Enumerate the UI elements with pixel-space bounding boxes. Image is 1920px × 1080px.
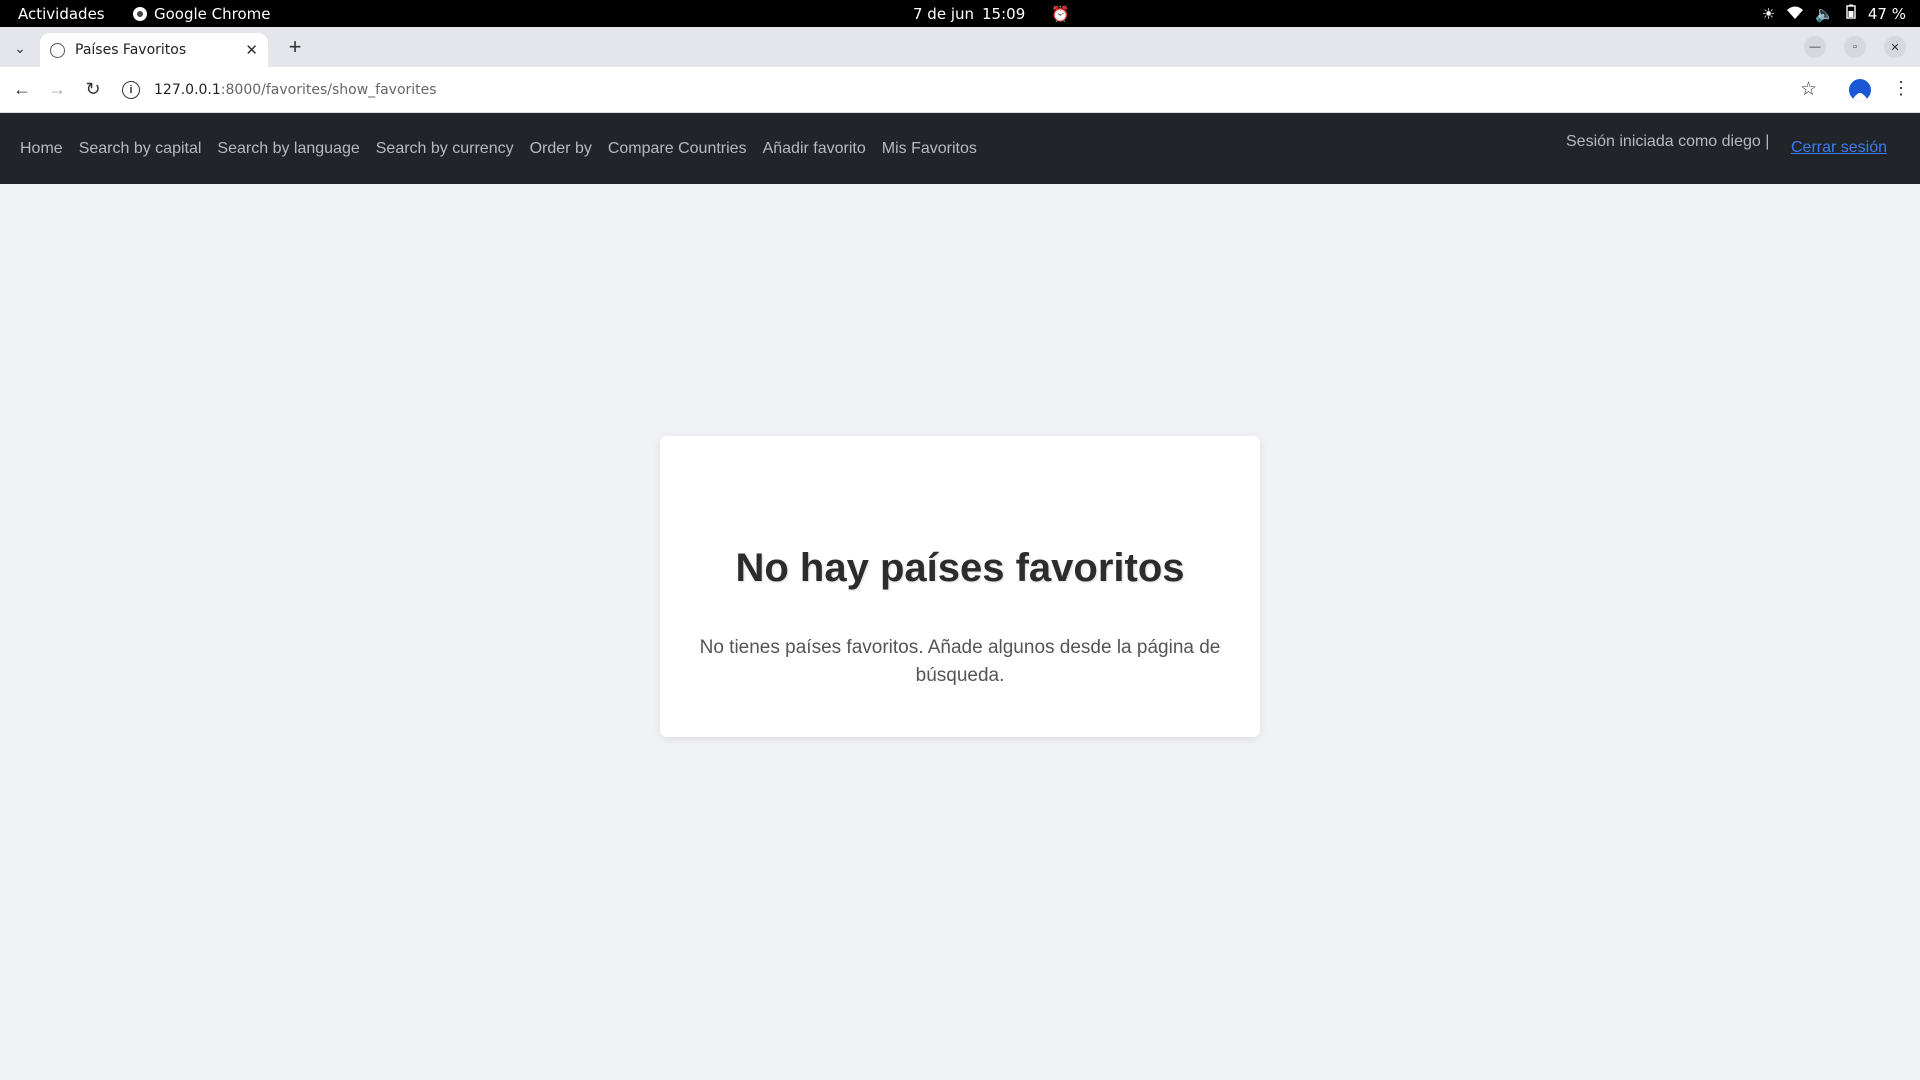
- url-path: :8000/favorites/show_favorites: [220, 82, 437, 98]
- nav-links: Home Search by capital Search by languag…: [20, 113, 977, 184]
- empty-favorites-card: No hay países favoritos No tienes países…: [660, 436, 1260, 737]
- nav-home[interactable]: Home: [20, 140, 63, 158]
- volume-icon: 🔈: [1815, 4, 1834, 23]
- nav-compare-countries[interactable]: Compare Countries: [608, 140, 747, 158]
- system-tray[interactable]: ☀ 🔈 47 %: [1762, 4, 1906, 23]
- maximize-icon[interactable]: ▫: [1844, 36, 1866, 58]
- globe-icon: [50, 42, 65, 58]
- site-info-icon[interactable]: i: [122, 81, 140, 99]
- nav-my-favorites[interactable]: Mis Favoritos: [882, 140, 977, 158]
- browser-toolbar: ← → ↻ i 127.0.0.1:8000/favorites/show_fa…: [0, 67, 1920, 113]
- time-label: 15:09: [982, 5, 1026, 23]
- app-name: Google Chrome: [154, 5, 271, 23]
- tab-strip: ⌄ Países Favoritos ✕ + — ▫ ✕: [0, 27, 1920, 67]
- site-navbar: Home Search by capital Search by languag…: [0, 113, 1920, 184]
- nav-search-by-language[interactable]: Search by language: [217, 140, 359, 158]
- address-bar[interactable]: i 127.0.0.1:8000/favorites/show_favorite…: [122, 73, 1802, 107]
- battery-icon: [1846, 4, 1856, 23]
- empty-state-title: No hay países favoritos: [735, 546, 1185, 590]
- url-text[interactable]: 127.0.0.1:8000/favorites/show_favorites: [154, 82, 437, 98]
- new-tab-plus-icon[interactable]: +: [282, 34, 308, 60]
- close-window-icon[interactable]: ✕: [1884, 36, 1906, 58]
- nav-order-by[interactable]: Order by: [530, 140, 592, 158]
- minimize-icon[interactable]: —: [1804, 36, 1826, 58]
- chrome-icon: [133, 7, 147, 21]
- bookmark-star-icon[interactable]: ☆: [1800, 78, 1817, 101]
- clock[interactable]: 7 de jun 15:09 ⏰: [913, 5, 1070, 23]
- profile-avatar-icon[interactable]: [1849, 79, 1871, 101]
- nav-add-favorite[interactable]: Añadir favorito: [763, 140, 866, 158]
- battery-percent: 47 %: [1867, 4, 1906, 23]
- url-host: 127.0.0.1: [154, 82, 221, 98]
- wifi-icon: [1787, 5, 1804, 23]
- logout-link[interactable]: Cerrar sesión: [1791, 139, 1887, 157]
- empty-state-message: No tienes países favoritos. Añade alguno…: [699, 637, 1221, 686]
- tab-title: Países Favoritos: [75, 42, 187, 58]
- brightness-icon: ☀: [1761, 4, 1776, 23]
- close-tab-icon[interactable]: ✕: [245, 41, 258, 59]
- nav-search-by-capital[interactable]: Search by capital: [79, 140, 202, 158]
- app-menu[interactable]: Google Chrome: [133, 5, 271, 23]
- nav-search-by-currency[interactable]: Search by currency: [376, 140, 514, 158]
- os-top-bar: Actividades Google Chrome 7 de jun 15:09…: [0, 0, 1920, 27]
- browser-menu-icon[interactable]: ⋮: [1892, 78, 1910, 99]
- activities-button[interactable]: Actividades: [18, 5, 105, 23]
- window-controls: — ▫ ✕: [1804, 36, 1906, 58]
- forward-arrow-icon[interactable]: →: [46, 79, 68, 100]
- date-label: 7 de jun: [913, 5, 975, 23]
- active-tab[interactable]: Países Favoritos ✕: [40, 33, 268, 67]
- session-status: Sesión iniciada como diego |: [1566, 133, 1770, 150]
- alarm-icon: ⏰: [1051, 5, 1070, 23]
- reload-icon[interactable]: ↻: [82, 79, 104, 100]
- tab-search-chevron-down-icon[interactable]: ⌄: [8, 36, 32, 60]
- back-arrow-icon[interactable]: ←: [11, 79, 33, 100]
